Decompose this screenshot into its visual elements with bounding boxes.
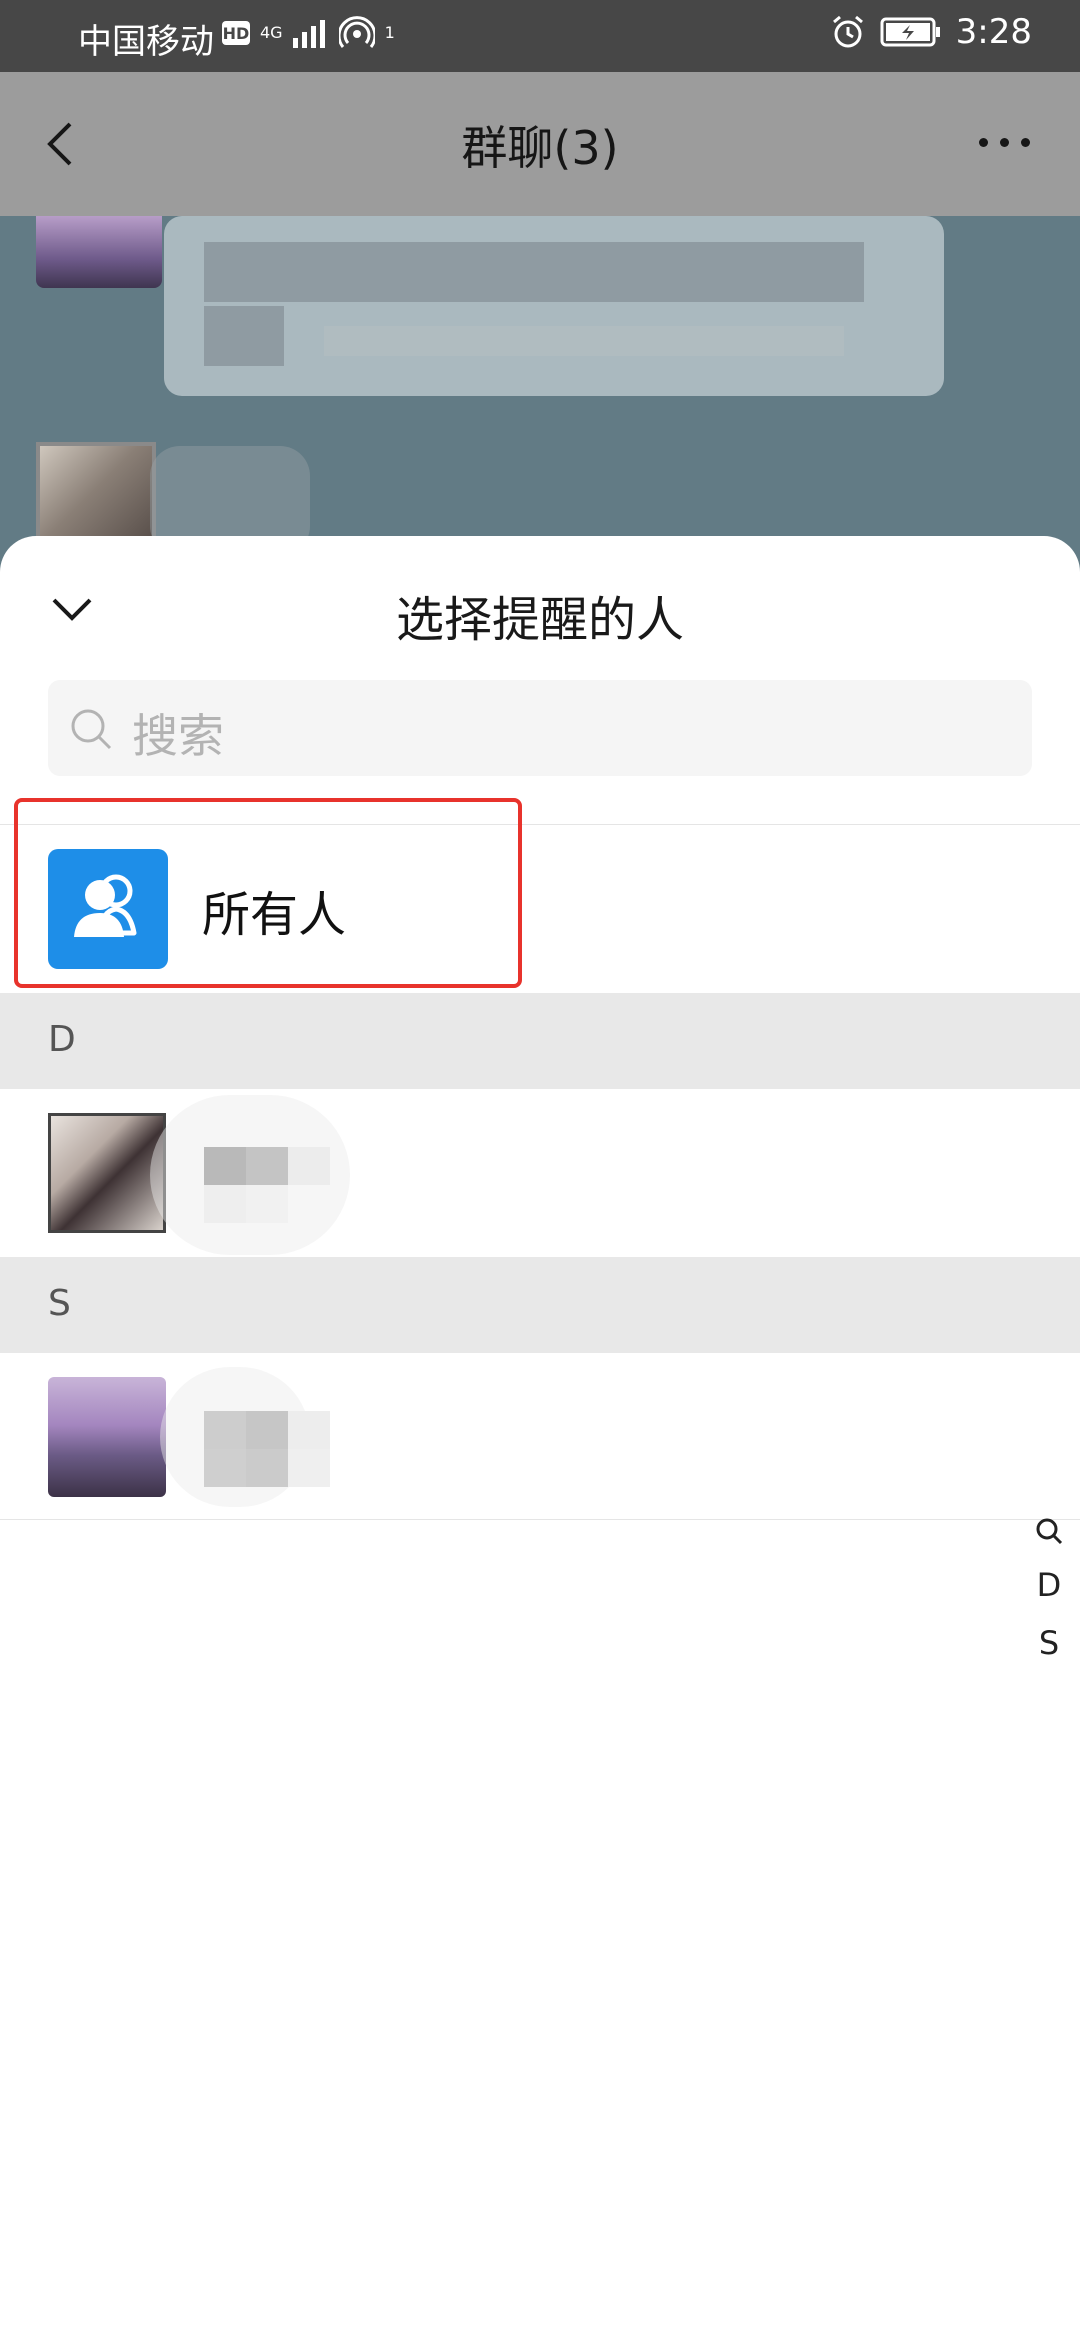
signal-icon (292, 20, 325, 48)
blurred-text (204, 306, 284, 366)
index-search-icon[interactable] (1034, 1516, 1064, 1546)
hotspot-icon (338, 16, 375, 48)
section-letter: S (48, 1283, 71, 1324)
battery-icon (880, 17, 940, 47)
blurred-name (204, 1147, 330, 1223)
status-time: 3:28 (955, 12, 1032, 52)
search-input[interactable]: 搜索 (48, 680, 1032, 776)
chat-header: 群聊(3) (0, 72, 1080, 216)
chat-message-bubble (164, 216, 944, 396)
everyone-label: 所有人 (202, 887, 347, 943)
sheet-title: 选择提醒的人 (395, 592, 684, 648)
alphabet-index-bar[interactable]: D S (1028, 1516, 1070, 1662)
avatar (48, 1113, 166, 1233)
blurred-text (324, 326, 844, 356)
section-header-s: S (0, 1257, 1080, 1353)
member-item[interactable] (0, 1353, 1080, 1521)
section-letter: D (48, 1019, 76, 1060)
chat-background (0, 216, 1080, 584)
more-icon[interactable] (979, 138, 1030, 147)
section-header-d: D (0, 993, 1080, 1089)
network-indicators: HD 4G 1 (222, 16, 395, 50)
blurred-name (204, 1411, 330, 1487)
blurred-text (204, 242, 864, 302)
network-type: 4G (260, 23, 283, 42)
search-placeholder: 搜索 (132, 709, 224, 763)
alarm-icon (832, 15, 863, 48)
mention-everyone-item[interactable]: 所有人 (0, 825, 1080, 991)
avatar (36, 216, 162, 288)
hd-badge: HD (222, 21, 250, 45)
status-right: 3:28 (830, 12, 1032, 52)
avatar (48, 1377, 166, 1497)
divider (0, 1519, 1080, 1520)
group-people-icon (48, 849, 168, 969)
status-bar: 中国移动 HD 4G 1 3:28 (0, 0, 1080, 72)
carrier-label: 中国移动 (78, 22, 214, 62)
member-item[interactable] (0, 1089, 1080, 1257)
search-icon (71, 709, 112, 750)
chat-title: 群聊(3) (461, 121, 619, 175)
index-letter-s[interactable]: S (1039, 1624, 1059, 1662)
select-mention-sheet: 选择提醒的人 搜索 所有人 D S D S (0, 536, 1080, 2340)
hotspot-count: 1 (384, 23, 395, 42)
index-letter-d[interactable]: D (1037, 1566, 1062, 1604)
